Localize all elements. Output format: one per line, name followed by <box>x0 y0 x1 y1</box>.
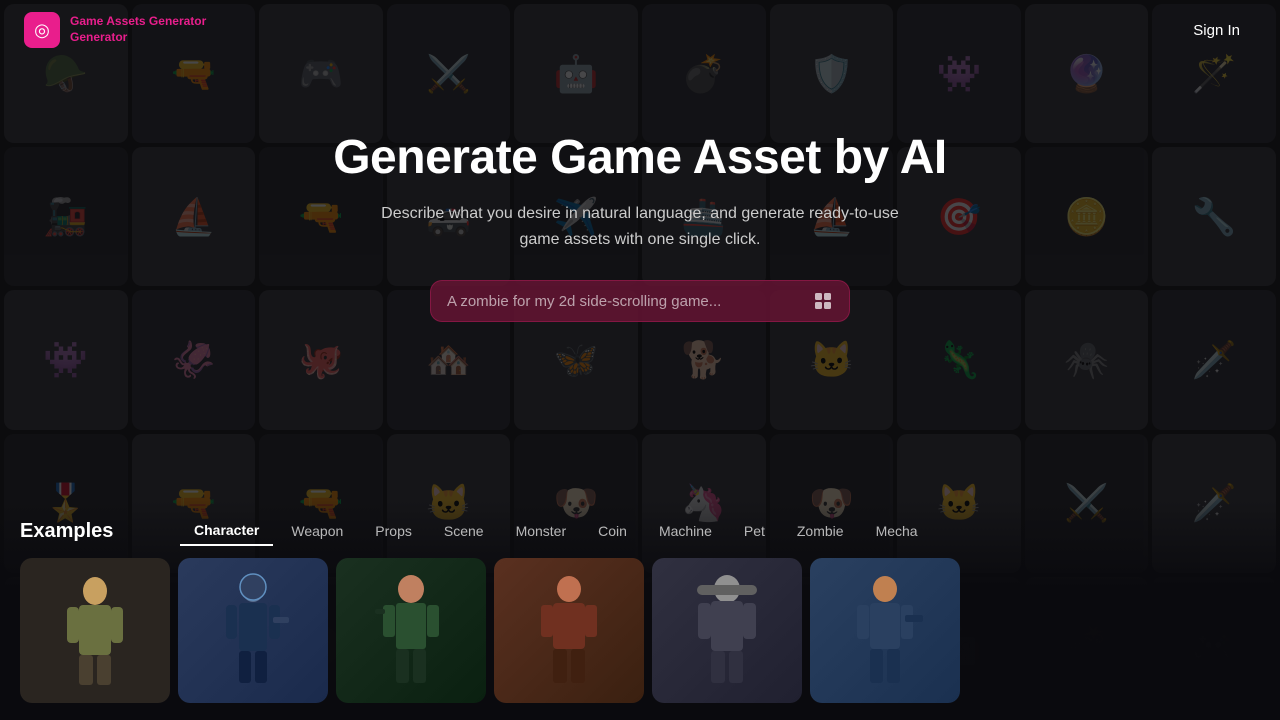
logo: ◎ Game Assets Generator Generator <box>24 12 206 48</box>
search-bar <box>430 280 850 322</box>
character-figure <box>55 571 135 691</box>
sign-in-button[interactable]: Sign In <box>1177 14 1256 47</box>
hero-subtitle: Describe what you desire in natural lang… <box>360 201 920 252</box>
tab-pet[interactable]: Pet <box>730 517 779 545</box>
character-figure <box>687 571 767 691</box>
examples-header: Examples Character Weapon Props Scene Mo… <box>20 500 1260 558</box>
hero-title: Generate Game Asset by AI <box>333 130 947 185</box>
character-figure <box>845 571 925 691</box>
tab-mecha[interactable]: Mecha <box>862 517 932 545</box>
logo-icon: ◎ <box>24 12 60 48</box>
tab-coin[interactable]: Coin <box>584 517 641 545</box>
character-figure <box>213 571 293 691</box>
search-button[interactable] <box>813 291 833 311</box>
tab-machine[interactable]: Machine <box>645 517 726 545</box>
example-card[interactable] <box>810 558 960 703</box>
character-figure <box>371 571 451 691</box>
tab-zombie[interactable]: Zombie <box>783 517 858 545</box>
tab-props[interactable]: Props <box>361 517 426 545</box>
example-card[interactable] <box>20 558 170 703</box>
logo-text: Game Assets Generator Generator <box>70 14 206 45</box>
hero-section: Generate Game Asset by AI Describe what … <box>0 130 1280 322</box>
tab-scene[interactable]: Scene <box>430 517 498 545</box>
tab-monster[interactable]: Monster <box>502 517 581 545</box>
examples-row <box>20 558 1260 713</box>
examples-label: Examples <box>20 520 140 543</box>
example-card[interactable] <box>178 558 328 703</box>
tabs-nav: Character Weapon Props Scene Monster Coi… <box>180 516 932 546</box>
example-card[interactable] <box>494 558 644 703</box>
generate-icon <box>813 291 833 311</box>
example-card[interactable] <box>336 558 486 703</box>
tab-character[interactable]: Character <box>180 516 273 546</box>
search-input[interactable] <box>447 293 803 310</box>
tab-weapon[interactable]: Weapon <box>277 517 357 545</box>
example-card[interactable] <box>652 558 802 703</box>
character-figure <box>529 571 609 691</box>
examples-section: Examples Character Weapon Props Scene Mo… <box>0 500 1280 720</box>
header: ◎ Game Assets Generator Generator Sign I… <box>0 0 1280 60</box>
